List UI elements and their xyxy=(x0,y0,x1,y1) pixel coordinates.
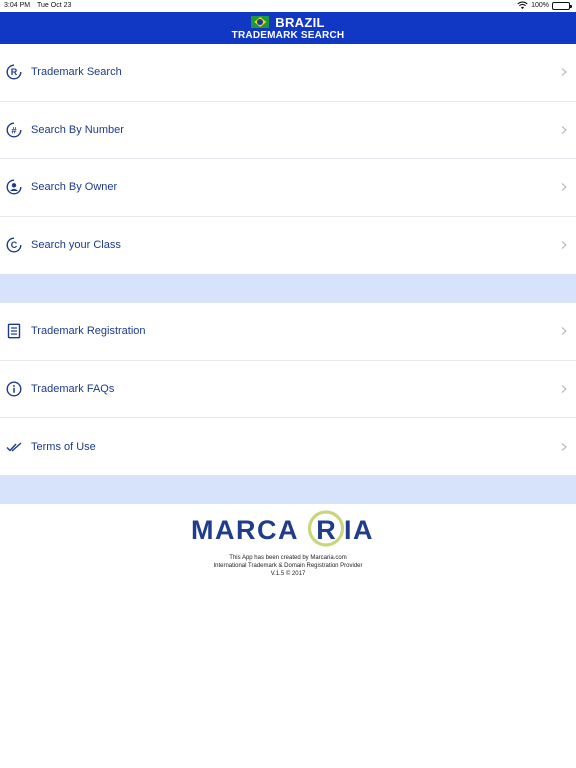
copyright-icon: C xyxy=(6,237,22,253)
status-time: 3:04 PM xyxy=(4,2,31,9)
menu-item-label: Trademark Registration xyxy=(31,325,146,338)
chevron-right-icon xyxy=(561,241,567,250)
footer-line: International Trademark & Domain Registr… xyxy=(213,563,363,569)
double-check-icon xyxy=(6,442,22,452)
header-country: BRAZIL xyxy=(275,14,325,30)
wifi-icon xyxy=(517,1,528,10)
menu-item-label: Terms of Use xyxy=(31,440,96,453)
svg-text:C: C xyxy=(11,240,18,250)
chevron-right-icon xyxy=(561,68,567,77)
hash-icon: # xyxy=(6,122,22,138)
marcaria-logo: MARCA R IA xyxy=(0,507,576,551)
menu-item-label: Trademark Search xyxy=(31,66,122,79)
secondary-menu: Trademark Registration Trademark FAQs Te… xyxy=(0,303,576,476)
menu-item-trademark-registration[interactable]: Trademark Registration xyxy=(0,303,576,361)
footer-line: This App has been created by Marcaria.co… xyxy=(229,555,347,561)
chevron-right-icon xyxy=(561,183,567,192)
section-divider xyxy=(0,274,576,303)
registered-icon: R xyxy=(6,64,22,80)
info-icon xyxy=(6,381,22,397)
menu-item-trademark-search[interactable]: R Trademark Search xyxy=(0,44,576,102)
menu-item-search-by-owner[interactable]: Search By Owner xyxy=(0,159,576,217)
menu-item-search-your-class[interactable]: C Search your Class xyxy=(0,217,576,275)
chevron-right-icon xyxy=(561,327,567,336)
status-date: Tue Oct 23 xyxy=(37,2,72,9)
chevron-right-icon xyxy=(561,125,567,134)
menu-item-search-by-number[interactable]: # Search By Number xyxy=(0,102,576,159)
svg-text:R: R xyxy=(11,67,18,77)
brazil-flag-icon xyxy=(251,16,270,28)
battery-icon xyxy=(552,1,572,10)
header-subtitle: TRADEMARK SEARCH xyxy=(231,30,345,41)
app-header: BRAZIL TRADEMARK SEARCH xyxy=(0,12,576,44)
marcaria-logo-mark: MARCA R IA xyxy=(191,510,374,547)
chevron-right-icon xyxy=(561,384,567,393)
footer-version: V.1.5 © 2017 xyxy=(270,571,306,577)
menu-item-trademark-faqs[interactable]: Trademark FAQs xyxy=(0,361,576,418)
primary-menu: R Trademark Search # Search By Number Se… xyxy=(0,44,576,274)
menu-item-label: Search By Owner xyxy=(31,181,118,194)
menu-item-label: Search your Class xyxy=(31,239,121,252)
menu-item-label: Search By Number xyxy=(31,123,124,136)
svg-text:#: # xyxy=(11,125,17,136)
chevron-right-icon xyxy=(561,442,567,451)
owner-icon xyxy=(6,179,22,195)
status-bar: 3:04 PM Tue Oct 23 100% xyxy=(0,0,576,12)
menu-item-label: Trademark FAQs xyxy=(31,382,115,395)
battery-percent: 100% xyxy=(531,2,549,9)
status-right: 100% xyxy=(517,1,572,10)
footer-credits: This App has been created by Marcaria.co… xyxy=(0,554,576,578)
logo-text-right: IA xyxy=(344,515,374,545)
section-divider xyxy=(0,475,576,504)
document-icon xyxy=(7,323,21,339)
menu-item-terms-of-use[interactable]: Terms of Use xyxy=(0,418,576,476)
logo-text-mid: R xyxy=(316,515,336,545)
logo-text-left: MARCA xyxy=(191,515,299,545)
